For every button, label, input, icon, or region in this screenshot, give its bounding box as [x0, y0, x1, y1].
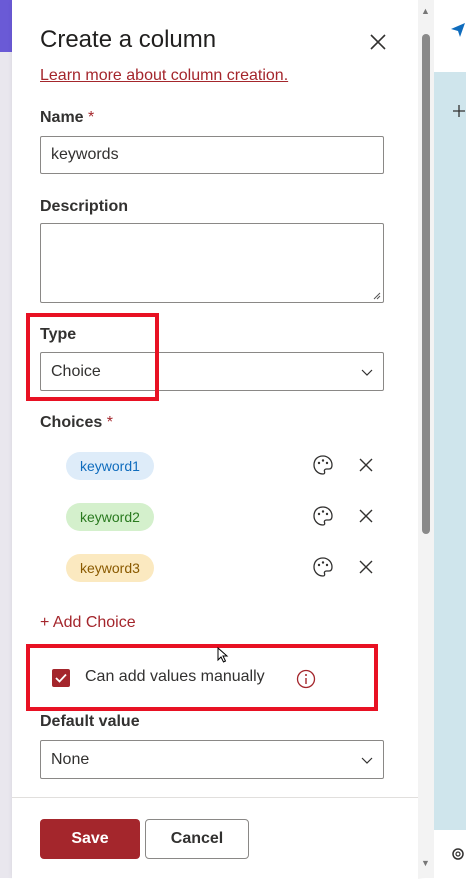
- plus-icon: +: [40, 614, 50, 631]
- name-input[interactable]: keywords: [40, 136, 384, 174]
- remove-choice-icon[interactable]: [358, 559, 374, 575]
- remove-choice-icon[interactable]: [358, 457, 374, 473]
- panel-title: Create a column: [40, 26, 217, 53]
- required-marker: *: [106, 414, 113, 431]
- close-icon[interactable]: [366, 30, 390, 54]
- background-footer: [434, 830, 466, 878]
- background-app: [0, 0, 12, 878]
- resize-handle-icon[interactable]: [373, 292, 381, 300]
- scroll-down-icon[interactable]: ▼: [421, 858, 430, 868]
- manual-values-highlight-box: [26, 644, 378, 711]
- palette-icon[interactable]: [312, 454, 334, 476]
- send-icon: [451, 23, 465, 37]
- scroll-up-icon[interactable]: ▲: [421, 6, 430, 16]
- cancel-button[interactable]: Cancel: [145, 819, 249, 859]
- default-value-dropdown[interactable]: None: [40, 740, 384, 779]
- save-button[interactable]: Save: [40, 819, 140, 859]
- palette-icon[interactable]: [312, 556, 334, 578]
- gear-icon: [452, 848, 464, 860]
- add-choice-label: Add Choice: [52, 614, 136, 631]
- choices-label: Choices *: [40, 414, 113, 432]
- app-header-strip: [0, 0, 12, 52]
- background-content: [434, 0, 466, 878]
- description-label: Description: [40, 198, 129, 215]
- choice-chip[interactable]: keyword2: [66, 503, 154, 531]
- learn-more-link[interactable]: Learn more about column creation.: [40, 67, 288, 85]
- add-choice-button[interactable]: + Add Choice: [40, 614, 136, 632]
- choices-label-text: Choices: [40, 414, 103, 431]
- name-label: Name *: [40, 109, 94, 127]
- choice-chip[interactable]: keyword3: [66, 554, 154, 582]
- chevron-down-icon: [361, 369, 373, 376]
- default-value-text: None: [51, 750, 90, 768]
- type-highlight-box: [26, 313, 159, 401]
- background-header: [434, 0, 466, 72]
- default-value-label: Default value: [40, 713, 140, 730]
- required-marker: *: [88, 109, 95, 126]
- name-input-value: keywords: [51, 146, 119, 163]
- name-label-text: Name: [40, 109, 84, 126]
- scrollbar-thumb[interactable]: [422, 34, 430, 534]
- remove-choice-icon[interactable]: [358, 508, 374, 524]
- mouse-cursor-icon: [217, 646, 229, 663]
- chevron-down-icon: [361, 757, 373, 764]
- panel-scrollbar[interactable]: ▲ ▼: [418, 0, 434, 878]
- add-icon: [453, 105, 465, 117]
- palette-icon[interactable]: [312, 505, 334, 527]
- choice-chip[interactable]: keyword1: [66, 452, 154, 480]
- description-textarea[interactable]: [40, 223, 384, 303]
